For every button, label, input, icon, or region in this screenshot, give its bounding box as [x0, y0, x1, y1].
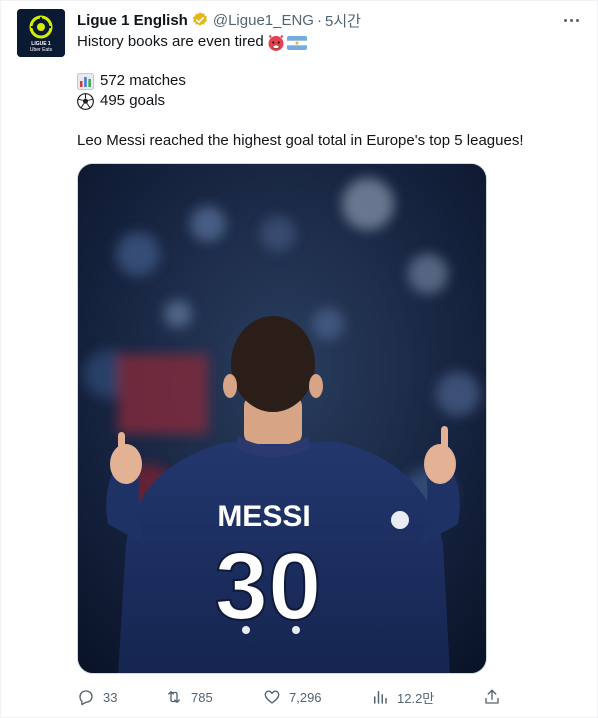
- avatar-text-bottom: Uber Eats: [29, 47, 53, 53]
- more-icon[interactable]: [559, 11, 583, 29]
- views-button[interactable]: 12.2만: [371, 685, 434, 709]
- like-count: 7,296: [289, 689, 322, 705]
- tweet-photo[interactable]: MESSI 30: [77, 163, 487, 674]
- timestamp[interactable]: 5시간: [325, 10, 361, 31]
- tweet-header: Ligue 1 English @Ligue1_ENG · 5시간: [77, 10, 361, 30]
- tweet-text-1: History books are even tired: [77, 33, 264, 50]
- share-button[interactable]: [483, 685, 501, 709]
- verified-badge-icon[interactable]: [191, 11, 209, 29]
- tweet-body: Leo Messi reached the highest goal total…: [77, 132, 524, 149]
- avatar[interactable]: LIGUE 1 Uber Eats: [17, 9, 65, 57]
- argentina-flag-icon: [286, 34, 307, 51]
- bar-chart-emoji-icon: [77, 72, 94, 90]
- retweet-button[interactable]: 785: [165, 685, 213, 709]
- display-name[interactable]: Ligue 1 English: [77, 12, 188, 29]
- share-icon: [485, 689, 499, 704]
- retweet-icon: [168, 691, 180, 703]
- like-button[interactable]: 7,296: [263, 685, 322, 709]
- reply-button[interactable]: 33: [77, 685, 117, 709]
- soccer-ball-emoji-icon: [77, 92, 94, 110]
- messi-photo-image: MESSI 30: [78, 164, 486, 673]
- reply-icon: [79, 690, 93, 706]
- stat-matches-line: 572 matches: [77, 71, 186, 91]
- stat-matches: 572 matches: [100, 72, 186, 89]
- action-bar: 33 785 7,296 12.2만: [77, 685, 507, 709]
- retweet-count: 785: [191, 689, 213, 705]
- stat-goals-line: 495 goals: [77, 91, 165, 111]
- views-icon: [374, 691, 387, 704]
- stat-goals: 495 goals: [100, 92, 166, 109]
- views-count: 12.2만: [397, 690, 435, 706]
- jersey-name: MESSI: [217, 500, 310, 533]
- reply-count: 33: [103, 689, 118, 705]
- separator-dot: ·: [316, 11, 322, 29]
- handle[interactable]: @Ligue1_ENG: [213, 12, 314, 29]
- angry-face-emoji-icon: [267, 34, 284, 51]
- tweet-text-line: History books are even tired: [77, 32, 307, 52]
- tweet-card[interactable]: LIGUE 1 Uber Eats Ligue 1 English @Ligue…: [0, 0, 598, 718]
- like-icon: [264, 690, 280, 704]
- jersey-number: 30: [215, 533, 322, 640]
